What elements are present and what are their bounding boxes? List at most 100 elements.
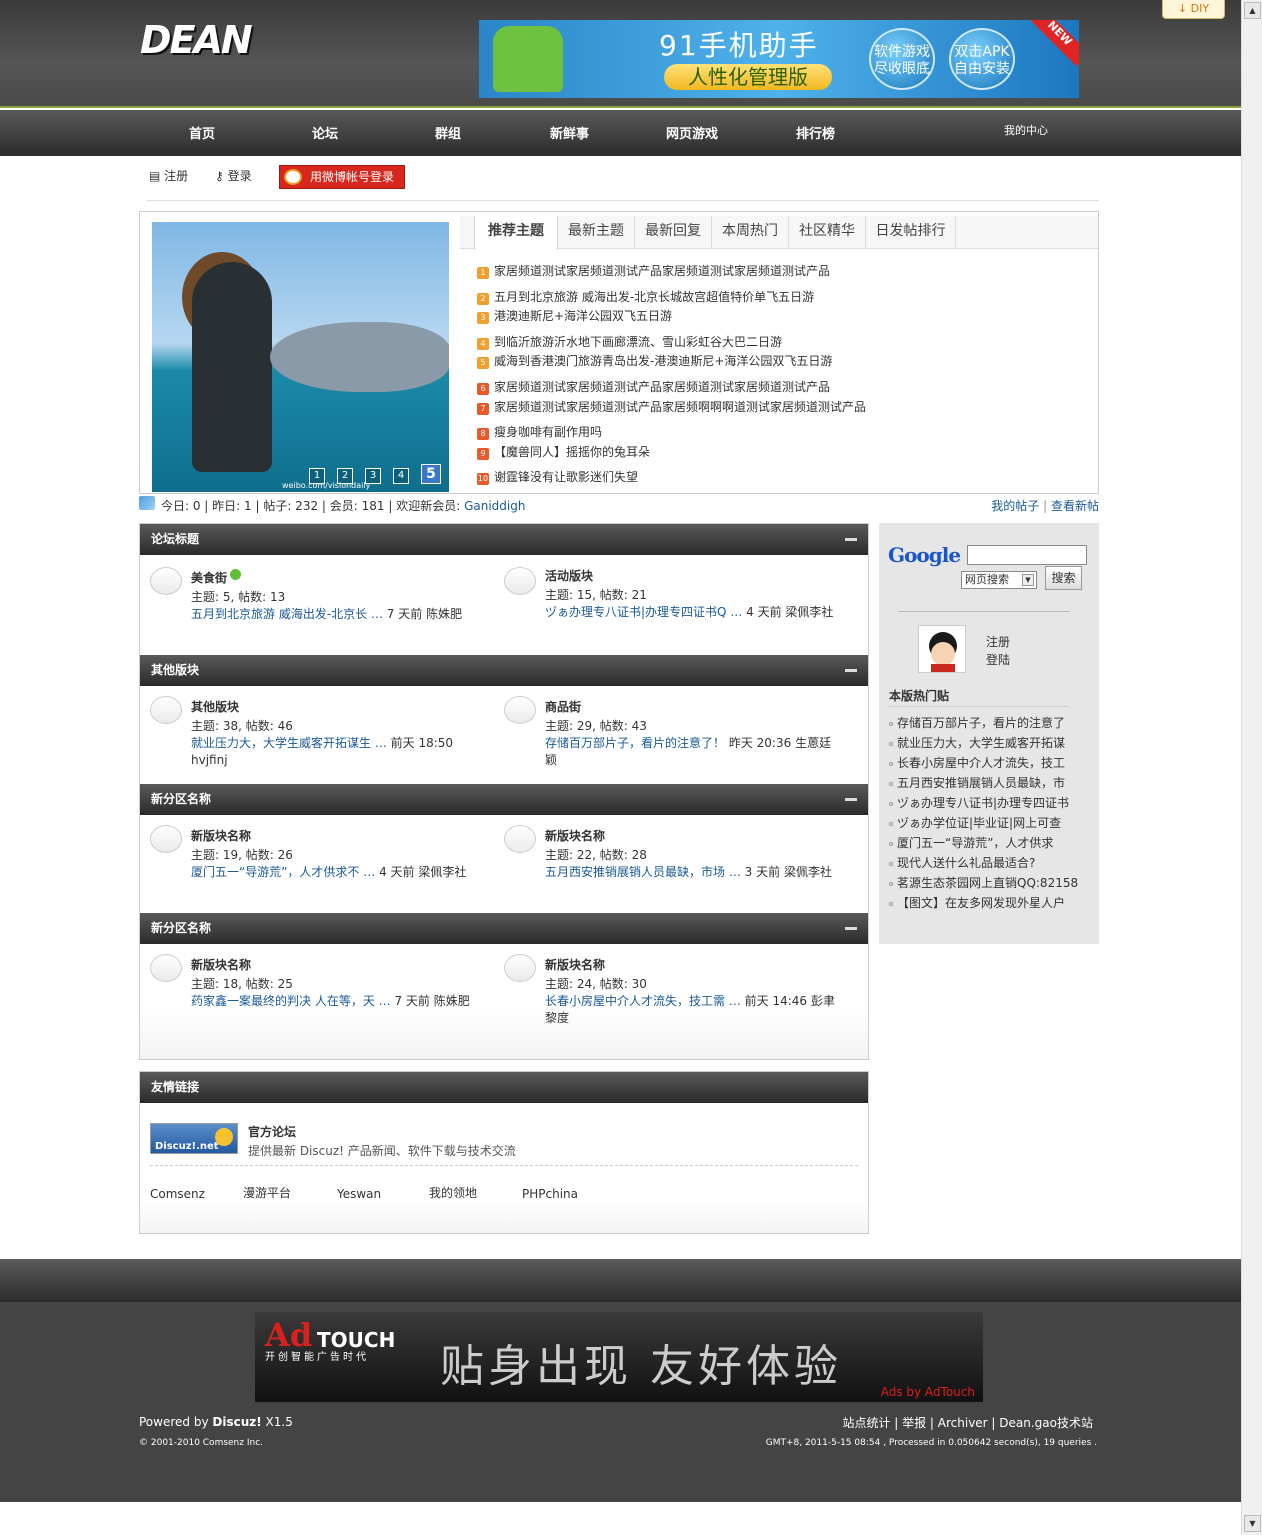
list-item[interactable]: 10 谢霆锋没有让歌影迷们失望 xyxy=(477,468,638,485)
last-post-link[interactable]: ヅぁ办理专八证书|办理专四证书Q … xyxy=(545,605,742,619)
list-item[interactable]: 4 到临沂旅游沂水地下画廊漂流、雪山彩虹谷大巴二日游 xyxy=(477,333,782,350)
slideshow-image[interactable]: weibo.com/visiondaily 12345 xyxy=(152,222,449,492)
chevron-down-icon: ▼ xyxy=(1022,574,1034,586)
tab-digest[interactable]: 社区精华 xyxy=(789,216,866,249)
slide-dot[interactable]: 4 xyxy=(393,468,409,484)
forum-name[interactable]: 活动版块 xyxy=(545,567,593,584)
category-title[interactable]: 新分区名称 xyxy=(151,921,211,935)
header-ad-banner[interactable]: 91手机助手 人性化管理版 软件游戏尽收眼底 双击APK自由安装 NEW xyxy=(479,20,1079,98)
last-post-link[interactable]: 长春小房屋中介人才流失，技工需 … xyxy=(545,994,741,1008)
scroll-down-icon[interactable]: ▼ xyxy=(1244,1515,1261,1532)
nav-item-forum[interactable]: 论坛 xyxy=(312,123,338,142)
forum-name[interactable]: 美食街 xyxy=(191,569,242,586)
list-item[interactable]: 厦门五一“导游荒”，人才供求 xyxy=(889,834,1053,851)
my-posts-link[interactable]: 我的帖子 xyxy=(991,499,1039,513)
last-post-user[interactable]: 梁佩李社 xyxy=(785,605,833,619)
category-title[interactable]: 新分区名称 xyxy=(151,792,211,806)
list-item[interactable]: 五月西安推销展销人员最缺，市 xyxy=(889,774,1065,791)
forum-name[interactable]: 新版块名称 xyxy=(191,956,251,973)
list-item[interactable]: 2 五月到北京旅游 威海出发-北京长城故宫超值特价单飞五日游 xyxy=(477,288,814,305)
register-link[interactable]: ▤ 注册 xyxy=(149,167,188,184)
last-post-user[interactable]: 陈姝肥 xyxy=(426,607,462,621)
search-type-select[interactable]: 网页搜索 ▼ xyxy=(961,571,1037,589)
collapse-icon[interactable] xyxy=(845,927,857,930)
tab-weekly-hot[interactable]: 本周热门 xyxy=(712,216,789,249)
diy-button[interactable]: ↓ DIY xyxy=(1162,0,1225,19)
text-link[interactable]: Comsenz xyxy=(150,1187,205,1201)
last-post-user[interactable]: 梁佩李社 xyxy=(784,865,832,879)
last-post-user[interactable]: hvjfinj xyxy=(191,753,228,767)
slide-dot[interactable]: 1 xyxy=(309,468,325,484)
list-item[interactable]: 5 威海到香港澳门旅游青岛出发-港澳迪斯尼+海洋公园双飞五日游 xyxy=(477,352,832,369)
tab-daily-rank[interactable]: 日发帖排行 xyxy=(866,216,956,249)
discuz-link[interactable]: Discuz! xyxy=(212,1415,261,1429)
text-link[interactable]: 我的领地 xyxy=(429,1184,477,1201)
last-post-link[interactable]: 存储百万部片子，看片的注意了！ xyxy=(545,736,725,750)
text-link[interactable]: PHPchina xyxy=(522,1187,578,1201)
last-post-link[interactable]: 厦门五一“导游荒”，人才供求不 … xyxy=(191,865,375,879)
collapse-icon[interactable] xyxy=(845,798,857,801)
list-item[interactable]: 现代人送什么礼品最适合? xyxy=(889,854,1035,871)
last-post-link[interactable]: 药家鑫一案最终的判决 人在等，天 … xyxy=(191,994,391,1008)
topic-title: 瘦身咖啡有副作用吗 xyxy=(494,425,603,439)
slide-dot[interactable]: 2 xyxy=(337,468,353,484)
discuz-logo[interactable]: Discuz!.net xyxy=(150,1123,238,1154)
collapse-icon[interactable] xyxy=(845,669,857,672)
scroll-up-icon[interactable]: ▲ xyxy=(1244,2,1261,19)
nav-item-webgames[interactable]: 网页游戏 xyxy=(666,123,718,142)
nav-item-feed[interactable]: 新鲜事 xyxy=(550,123,589,142)
slide-dot[interactable]: 3 xyxy=(365,468,381,484)
last-post-link[interactable]: 五月到北京旅游 威海出发-北京长 … xyxy=(191,607,383,621)
forum-name[interactable]: 新版块名称 xyxy=(191,827,251,844)
list-item[interactable]: 9 【魔兽同人】摇摇你的兔耳朵 xyxy=(477,443,650,460)
category-title[interactable]: 其他版块 xyxy=(151,663,199,677)
footer-timing: GMT+8, 2011-5-15 08:54 , Processed in 0.… xyxy=(765,1438,1097,1448)
forum-name[interactable]: 新版块名称 xyxy=(545,827,605,844)
list-item[interactable]: 【图文】在友多网发现外星人户 xyxy=(889,894,1065,911)
list-item[interactable]: 就业压力大，大学生威客开拓谋 xyxy=(889,734,1065,751)
text-link[interactable]: 漫游平台 xyxy=(243,1184,291,1201)
new-posts-link[interactable]: 查看新帖 xyxy=(1051,499,1099,513)
list-item[interactable]: 8 瘦身咖啡有副作用吗 xyxy=(477,423,602,440)
sidebar-login-link[interactable]: 登陆 xyxy=(986,651,1010,668)
category-title[interactable]: 论坛标题 xyxy=(151,532,199,546)
last-post-link[interactable]: 就业压力大，大学生威客开拓谋生 … xyxy=(191,736,387,750)
list-item[interactable]: 长春小房屋中介人才流失，技工 xyxy=(889,754,1065,771)
list-item[interactable]: 存储百万部片子，看片的注意了 xyxy=(889,714,1065,731)
bullet-icon xyxy=(889,721,893,726)
footer-links[interactable]: 站点统计 | 举报 | Archiver | Dean.gao技术站 xyxy=(842,1414,1093,1431)
last-post-user[interactable]: 梁佩李社 xyxy=(418,865,466,879)
last-post-link[interactable]: 五月西安推销展销人员最缺，市场 … xyxy=(545,865,741,879)
tab-recommended[interactable]: 推荐主题 xyxy=(474,216,558,250)
list-item[interactable]: 7 家居频道测试家居频道测试产品家居频啊啊啊道测试家居频道测试产品 xyxy=(477,398,866,415)
nav-my-center[interactable]: 我的中心 xyxy=(1004,122,1048,138)
nav-item-home[interactable]: 首页 xyxy=(189,123,215,142)
tab-latest[interactable]: 最新主题 xyxy=(558,216,635,249)
search-button[interactable]: 搜索 xyxy=(1045,566,1082,590)
list-item[interactable]: 1 家居频道测试家居频道测试产品家居频道测试家居频道测试产品 xyxy=(477,262,830,279)
list-item[interactable]: 茗源生态茶园网上直销QQ:82158 xyxy=(889,874,1078,891)
nav-item-ranking[interactable]: 排行榜 xyxy=(796,123,835,142)
list-item[interactable]: 6 家居频道测试家居频道测试产品家居频道测试家居频道测试产品 xyxy=(477,378,830,395)
footer-ad-banner[interactable]: Ad TOUCH 开创智能广告时代 贴身出现 友好体验 Ads by AdTou… xyxy=(255,1312,983,1402)
list-item[interactable]: ヅぁ办理专八证书|办理专四证书 xyxy=(889,794,1069,811)
official-forum-link[interactable]: 官方论坛 xyxy=(248,1123,296,1140)
tab-replies[interactable]: 最新回复 xyxy=(635,216,712,249)
slide-dot-active[interactable]: 5 xyxy=(421,464,441,484)
forum-name[interactable]: 商品街 xyxy=(545,698,581,715)
forum-name[interactable]: 新版块名称 xyxy=(545,956,605,973)
collapse-icon[interactable] xyxy=(845,538,857,541)
list-item[interactable]: ヅぁ办学位证|毕业证|网上可查 xyxy=(889,814,1061,831)
text-link[interactable]: Yeswan xyxy=(337,1187,381,1201)
forum-name[interactable]: 其他版块 xyxy=(191,698,239,715)
nav-item-groups[interactable]: 群组 xyxy=(435,123,461,142)
scrollbar[interactable]: ▲ ▼ xyxy=(1241,0,1262,1535)
last-post-user[interactable]: 陈姝肥 xyxy=(434,994,470,1008)
login-link[interactable]: ⚷ 登录 xyxy=(215,167,252,184)
new-member-link[interactable]: Ganiddigh xyxy=(464,499,525,513)
site-logo[interactable]: DEAN xyxy=(140,18,253,62)
search-input[interactable] xyxy=(967,545,1087,565)
list-item[interactable]: 3 港澳迪斯尼+海洋公园双飞五日游 xyxy=(477,307,672,324)
sidebar-register-link[interactable]: 注册 xyxy=(986,633,1010,650)
weibo-login-button[interactable]: 用微博帐号登录 xyxy=(279,165,405,189)
